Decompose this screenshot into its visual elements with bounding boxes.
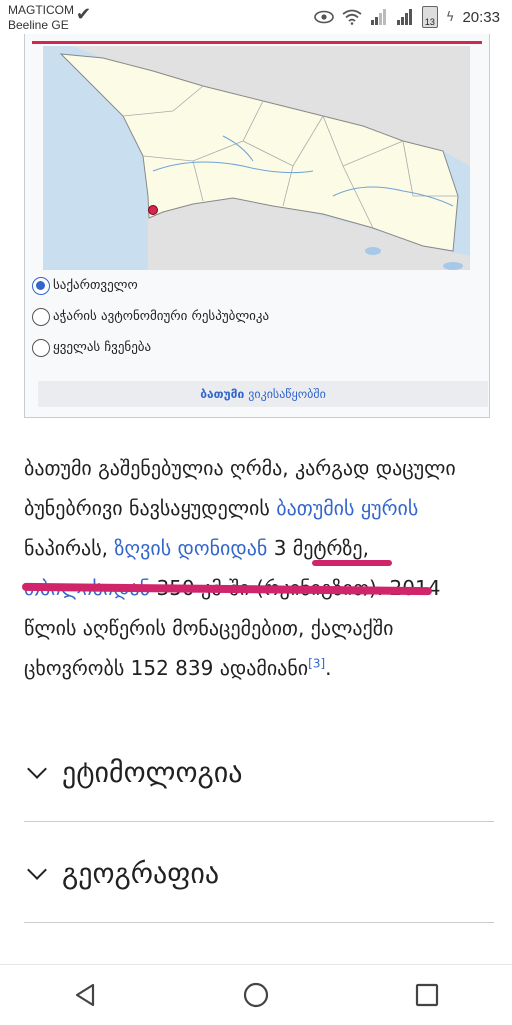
radio-button[interactable]: [32, 276, 50, 295]
paragraph-text: .: [325, 656, 332, 680]
commons-link-title[interactable]: ბათუმი: [200, 387, 244, 401]
link-batumi-bay[interactable]: ბათუმის ყურის: [276, 496, 418, 520]
radio-option-georgia[interactable]: საქართველო: [32, 270, 269, 301]
charging-icon: ϟ: [445, 9, 455, 25]
carrier-name-2: Beeline GE: [8, 18, 69, 32]
radio-option-show-all[interactable]: ყველას ჩვენება: [32, 332, 269, 363]
back-triangle-icon: [76, 983, 95, 1007]
map-selector: საქართველო აჭარის ავტონომიური რესპუბლიკა…: [32, 270, 269, 363]
battery-icon: 13: [421, 6, 438, 28]
wifi-icon: [342, 9, 362, 25]
signal-icon-1: [370, 9, 386, 25]
download-done-icon: ✔: [76, 4, 92, 25]
reference-link[interactable]: [3]: [308, 656, 325, 670]
status-bar: MAGTICOM Beeline GE ✔ 13 ϟ 20:33: [0, 0, 512, 34]
paragraph-text: 3 მეტრზე,: [267, 536, 369, 560]
radio-label: საქართველო: [53, 278, 138, 293]
intro-paragraph: ბათუმი გაშენებულია ღრმა, კარგად დაცული ბ…: [24, 448, 494, 688]
commons-link[interactable]: ბათუმი ვიკისაწყობში: [38, 381, 488, 407]
eye-icon: [314, 10, 334, 24]
recents-square-icon: [415, 983, 438, 1007]
section-divider: [24, 821, 494, 822]
section-etymology[interactable]: ეტიმოლოგია: [24, 740, 494, 804]
radio-option-adjara[interactable]: აჭარის ავტონომიური რესპუბლიკა: [32, 301, 269, 332]
paragraph-text: ნაპირას,: [24, 536, 115, 560]
annotation-underline-1: [312, 560, 392, 566]
location-map[interactable]: [43, 46, 470, 270]
radio-label: ყველას ჩვენება: [53, 340, 152, 355]
highlight-line: [32, 41, 482, 44]
radio-button[interactable]: [32, 307, 50, 326]
status-icons: 13 ϟ 20:33: [314, 6, 500, 28]
section-divider: [24, 922, 494, 923]
clock: 20:33: [462, 8, 500, 26]
radio-label: აჭარის ავტონომიური რესპუბლიკა: [53, 309, 270, 324]
chevron-down-icon: [27, 759, 47, 779]
link-sea-level[interactable]: ზღვის დონიდან: [114, 536, 267, 560]
commons-link-text[interactable]: ვიკისაწყობში: [248, 387, 326, 401]
georgia-map-svg: [43, 46, 470, 270]
radio-button[interactable]: [32, 338, 50, 357]
chevron-down-icon: [27, 860, 47, 880]
section-geography[interactable]: გეოგრაფია: [24, 841, 494, 905]
home-button[interactable]: [236, 975, 276, 1015]
recents-button[interactable]: [407, 975, 447, 1015]
carrier-name-1: MAGTICOM: [8, 3, 74, 17]
section-title: ეტიმოლოგია: [62, 755, 243, 789]
navigation-bar: [0, 964, 512, 1025]
batumi-marker: [148, 205, 158, 215]
signal-icon-2: [396, 9, 412, 25]
back-button[interactable]: [65, 975, 105, 1015]
section-title: გეოგრაფია: [62, 856, 220, 890]
home-circle-icon: [243, 982, 269, 1008]
